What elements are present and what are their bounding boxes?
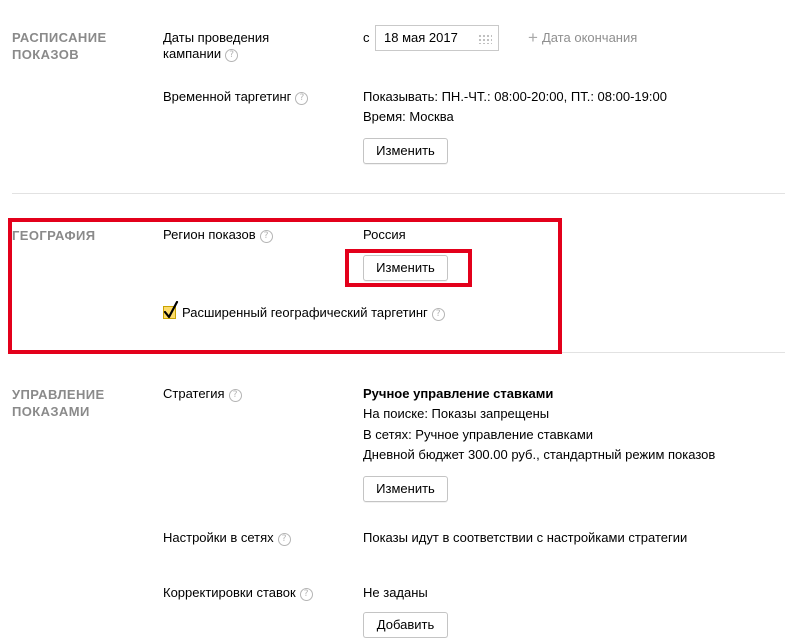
schedule-title-line1: РАСПИСАНИЕ (12, 30, 107, 45)
help-icon[interactable]: ? (225, 49, 239, 62)
time-targeting-value-line2: Время: Москва (363, 109, 454, 124)
plus-icon: + (528, 28, 538, 47)
campaign-dates-label-line1: Даты проведения (163, 30, 270, 45)
strategy-label: Стратегия? (163, 386, 242, 402)
help-icon[interactable]: ? (277, 533, 291, 546)
bid-adjustments-label-text: Корректировки ставок (163, 585, 296, 600)
calendar-icon[interactable] (478, 34, 492, 44)
bid-adjustments-label: Корректировки ставок? (163, 585, 313, 601)
start-date-value: 18 мая 2017 (384, 30, 458, 45)
time-targeting-label-text: Временной таргетинг (163, 89, 292, 104)
help-icon[interactable]: ? (228, 389, 242, 402)
management-title-line2: ПОКАЗАМИ (12, 404, 90, 419)
management-title-line1: УПРАВЛЕНИЕ (12, 387, 105, 402)
strategy-label-text: Стратегия (163, 386, 225, 401)
section-divider (12, 193, 785, 194)
change-strategy-button[interactable]: Изменить (363, 476, 448, 502)
network-settings-label-text: Настройки в сетях (163, 530, 274, 545)
management-section-title: УПРАВЛЕНИЕ ПОКАЗАМИ (12, 386, 105, 420)
add-bid-adjustment-button[interactable]: Добавить (363, 612, 448, 638)
add-end-date-link[interactable]: + Дата окончания (528, 28, 638, 47)
help-icon[interactable]: ? (299, 588, 313, 601)
strategy-networks: В сетях: Ручное управление ставками (363, 427, 594, 442)
schedule-title-line2: ПОКАЗОВ (12, 47, 80, 62)
strategy-budget: Дневной бюджет 300.00 руб., стандартный … (363, 447, 716, 462)
section-divider (562, 352, 785, 353)
change-button-highlight-frame (345, 249, 472, 287)
add-end-date-label: Дата окончания (541, 30, 638, 45)
network-settings-value: Показы идут в соответствии с настройками… (363, 530, 688, 545)
campaign-dates-label-line2: кампании (163, 46, 222, 61)
bid-adjustments-value: Не заданы (363, 585, 428, 600)
strategy-search: На поиске: Показы запрещены (363, 406, 550, 421)
geography-highlight-frame (8, 218, 562, 354)
change-time-targeting-button[interactable]: Изменить (363, 138, 448, 164)
start-date-input[interactable]: 18 мая 2017 (375, 25, 499, 51)
time-targeting-value-line1: Показывать: ПН.-ЧТ.: 08:00-20:00, ПТ.: 0… (363, 89, 667, 104)
schedule-section-title: РАСПИСАНИЕ ПОКАЗОВ (12, 29, 107, 63)
from-prefix: с (363, 30, 370, 45)
time-targeting-label: Временной таргетинг? (163, 89, 309, 105)
campaign-dates-label: Даты проведения кампании? (163, 30, 269, 62)
strategy-name: Ручное управление ставками (363, 386, 554, 401)
network-settings-label: Настройки в сетях? (163, 530, 291, 546)
help-icon[interactable]: ? (295, 92, 309, 105)
